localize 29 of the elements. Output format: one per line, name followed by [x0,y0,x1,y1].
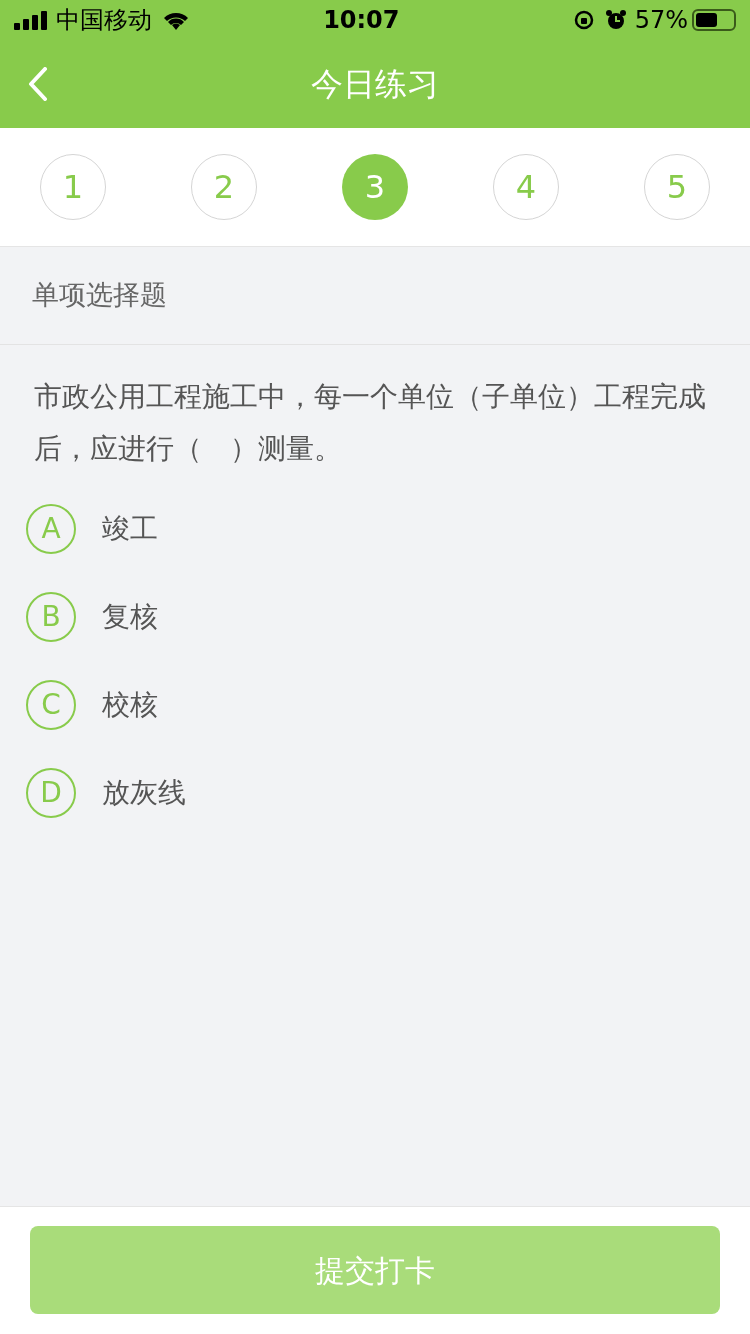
battery-percent: 57% [634,5,688,36]
answer-option[interactable]: D 放灰线 [26,749,724,837]
option-letter: D [26,768,76,818]
rotation-lock-icon [572,9,595,31]
battery-icon [692,9,736,31]
question-number-tab[interactable]: 5 [644,154,710,220]
answer-option[interactable]: B 复核 [26,573,724,661]
option-text: 放灰线 [102,775,186,811]
answer-option[interactable]: A 竣工 [26,485,724,573]
option-letter: A [26,504,76,554]
page-title: 今日练习 [311,64,439,105]
question-type-label: 单项选择题 [32,278,167,313]
option-text: 校核 [102,687,158,723]
alarm-icon [604,9,627,31]
answer-option[interactable]: C 校核 [26,661,724,749]
option-letter: C [26,680,76,730]
option-text: 复核 [102,599,158,635]
question-number-tab[interactable]: 3 [342,154,408,220]
signal-icon [14,10,48,30]
question-number-tab[interactable]: 2 [191,154,257,220]
back-chevron-icon [28,67,48,101]
question-number-tab[interactable]: 4 [493,154,559,220]
carrier-name: 中国移动 [56,5,152,36]
clock-time: 10:07 [323,5,401,36]
wifi-icon [162,10,190,30]
question-text: 市政公用工程施工中，每一个单位（子单位）工程完成后，应进行（ ）测量。 [33,379,707,467]
option-letter: B [26,592,76,642]
option-text: 竣工 [102,511,158,547]
question-number-tab[interactable]: 1 [40,154,106,220]
